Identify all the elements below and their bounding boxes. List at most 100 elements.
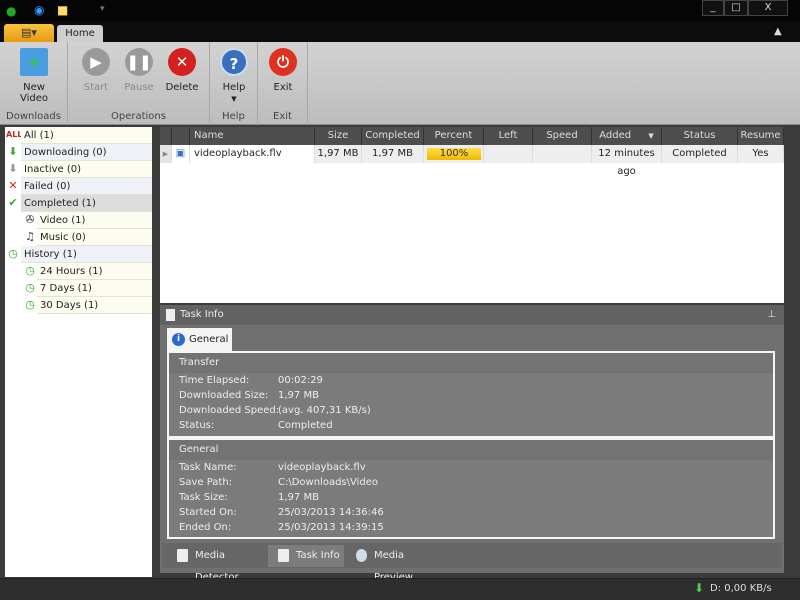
group-label: Exit [273,111,292,122]
group-help: ? Help ▼ Help [210,42,258,125]
info-value: (avg. 407,31 KB/s) [278,405,371,416]
info-row: Started On: 25/03/2013 14:36:46 [169,505,773,520]
general-section: General Task Name: videoplayback.flv Save… [167,438,775,539]
new-video-button[interactable]: + New Video [13,48,55,104]
cell-added: 12 minutes ago [592,145,662,177]
sidebar-item-music[interactable]: ♫ Music (0) [5,229,152,246]
info-row: Save Path: C:\Downloads\Video [169,475,773,490]
tab-general-label: General [189,334,229,345]
cell-speed [533,145,592,163]
all-icon: ALL [6,130,23,139]
cell-resume: Yes [738,145,784,163]
download-speed-icon: ⬇ [694,581,705,595]
header-completed[interactable]: Completed [362,127,424,145]
chevron-down-icon: ▼ [231,95,237,103]
history-clock-icon: ◷ [8,247,18,260]
info-value: 25/03/2013 14:36:46 [278,507,384,518]
delete-label: Delete [165,82,199,93]
cell-completed: 1,97 MB [362,145,424,163]
status-bar [0,578,800,600]
history-clock-icon: ◷ [25,281,35,294]
header-size[interactable]: Size [315,127,362,145]
new-video-label: New Video [19,82,49,104]
header-resume[interactable]: Resume [738,127,784,145]
pin-icon[interactable]: ⊥ [767,305,776,325]
sidebar-item-label: Video (1) [37,212,152,229]
header-left[interactable]: Left [484,127,533,145]
sidebar-item-24-hours[interactable]: ◷ 24 Hours (1) [5,263,152,280]
info-key: Started On: [179,507,237,518]
cell-left [484,145,533,163]
minimize-button[interactable]: _ [702,0,724,16]
film-reel-icon: ✇ [25,213,35,226]
tab-media-preview[interactable]: Media Preview [346,545,446,583]
tab-general[interactable]: i General [167,328,232,351]
info-icon: i [172,333,185,346]
maximize-button[interactable]: □ [724,0,748,16]
cell-percent: 100% [424,145,484,163]
sidebar-item-label: Inactive (0) [21,161,152,178]
tab-task-info[interactable]: Task Info [268,545,344,567]
title-bar: ● ◉ ■ ▾ _ □ X [0,0,800,22]
header-speed[interactable]: Speed [533,127,592,145]
info-row: Ended On: 25/03/2013 14:39:15 [169,520,773,535]
download-speed: D: 0,00 KB/s [710,583,772,594]
transfer-title: Transfer [169,353,773,373]
quick-access-dropdown-icon[interactable]: ▾ [100,4,105,14]
globe-icon[interactable]: ◉ [34,3,44,17]
check-icon: ✔ [8,196,18,209]
info-key: Ended On: [179,522,232,533]
sidebar-item-7-days[interactable]: ◷ 7 Days (1) [5,280,152,297]
info-row: Task Name: videoplayback.flv [169,460,773,475]
help-button[interactable]: ? Help ▼ [213,48,255,104]
header-status[interactable]: Status [662,127,738,145]
sidebar-item-all[interactable]: ALL All (1) [5,127,152,144]
app-menu-button[interactable]: ▤▾ [4,24,54,42]
cell-name: videoplayback.flv [190,145,315,163]
progress-bar: 100% [427,148,481,160]
info-key: Downloaded Speed: [179,405,280,416]
group-label: Downloads [6,111,61,122]
start-button[interactable]: ▶ Start [75,48,117,93]
header-added[interactable]: Added ▼ [592,127,662,145]
ribbon-tab-row [0,22,800,42]
info-row: Downloaded Size: 1,97 MB [169,388,773,403]
info-value: 1,97 MB [278,390,319,401]
close-button[interactable]: X [748,0,788,16]
info-row: Time Elapsed: 00:02:29 [169,373,773,388]
cell-size: 1,97 MB [315,145,362,163]
sidebar-item-history[interactable]: ◷ History (1) [5,246,152,263]
sidebar-item-downloading[interactable]: ⬇ Downloading (0) [5,144,152,161]
sidebar-item-video[interactable]: ✇ Video (1) [5,212,152,229]
delete-button[interactable]: ✕ Delete [161,48,203,93]
media-preview-icon [356,549,367,562]
video-file-icon: ▣ [172,145,190,163]
inactive-icon: ⬇ [8,162,18,175]
header-name[interactable]: Name [190,127,315,145]
tab-home[interactable]: Home [57,25,103,43]
info-value: 1,97 MB [278,492,319,503]
tab-media-detector[interactable]: Media Detector [167,545,267,583]
header-indicator [160,127,172,145]
pause-icon: ❚❚ [125,48,153,76]
sidebar-item-inactive[interactable]: ⬇ Inactive (0) [5,161,152,178]
info-key: Task Name: [179,462,237,473]
media-detector-icon [177,549,188,562]
group-label: Help [222,111,245,122]
pause-button[interactable]: ❚❚ Pause [118,48,160,93]
sidebar-item-label: Downloading (0) [21,144,152,161]
exit-button[interactable]: ⏻ Exit [262,48,304,93]
sidebar-item-failed[interactable]: ✕ Failed (0) [5,178,152,195]
folder-icon[interactable]: ■ [57,3,68,17]
info-value: C:\Downloads\Video [278,477,379,488]
group-exit: ⏻ Exit Exit [258,42,308,125]
sidebar-item-completed[interactable]: ✔ Completed (1) [5,195,152,212]
header-percent[interactable]: Percent [424,127,484,145]
history-clock-icon: ◷ [25,298,35,311]
collapse-ribbon-icon[interactable]: ▲ [774,26,782,37]
ribbon: + New Video Downloads ▶ Start ❚❚ Pause ✕… [0,42,800,125]
exit-label: Exit [273,82,293,93]
sidebar-item-30-days[interactable]: ◷ 30 Days (1) [5,297,152,314]
header-added-label: Added [599,130,632,141]
clipboard-icon [166,309,175,321]
